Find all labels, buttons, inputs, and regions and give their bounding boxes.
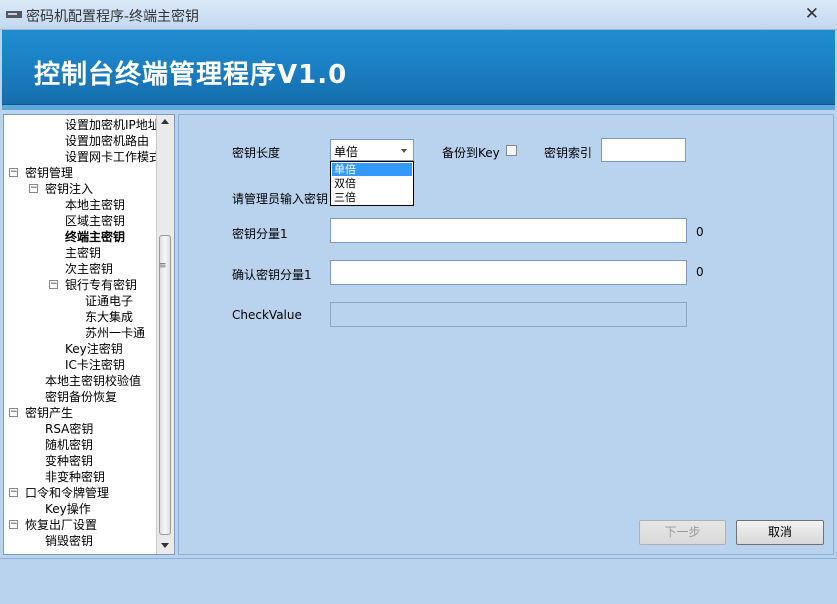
confirm-component-input[interactable] [330,260,690,286]
window-title: 密码机配置程序-终端主密钥 [26,9,200,25]
tree-item[interactable]: 东大集成 [85,309,133,325]
key-component-label: 密钥分量1 [232,227,288,241]
backup-checkbox[interactable] [506,145,517,156]
navigation-tree: 设置加密机IP地址 设置加密机路由 设置网卡工作模式 密钥管理 − 密钥注入 − 本地主密钥区… [3,114,175,555]
tree-item[interactable]: 密钥产生 [25,405,73,421]
tree-item[interactable]: 密钥管理 [25,165,73,181]
window-titlebar: 密码机配置程序-终端主密钥 ✕ [0,0,837,30]
backup-label: 备份到Key [442,146,500,160]
collapse-icon[interactable]: − [9,520,18,529]
key-index-field[interactable] [602,139,689,163]
tree-item[interactable]: RSA密钥 [45,421,93,437]
tree-item[interactable]: 苏州一卡通 [85,325,145,341]
tree-item[interactable]: 主密钥 [65,245,101,261]
tree-scrollbar[interactable]: ≡ [156,115,174,554]
collapse-icon[interactable]: − [9,408,18,417]
tree-item[interactable]: 密钥注入 [45,181,93,197]
tree-item[interactable]: 银行专有密钥 [65,277,137,293]
key-index-input[interactable] [601,138,689,163]
tree-item[interactable]: Key操作 [45,501,91,517]
scroll-grip-icon: ≡ [159,261,167,271]
cancel-button[interactable]: 取消 [736,520,824,545]
key-length-option[interactable]: 单倍 [332,163,412,176]
key-length-value: 单倍 [334,145,359,159]
tree-item[interactable]: IC卡注密钥 [65,357,125,373]
confirm-component-count: 0 [696,265,704,279]
close-icon[interactable]: ✕ [805,4,819,24]
scroll-down-icon[interactable] [161,543,169,548]
scroll-up-icon[interactable] [161,119,169,124]
chevron-down-icon[interactable] [401,149,407,153]
key-length-option[interactable]: 双倍 [332,177,412,190]
key-length-dropdown[interactable]: 单倍 双倍 三倍 [330,161,414,206]
app-icon [6,11,22,18]
tree-item[interactable]: 设置加密机IP地址 [65,117,160,133]
tree-item[interactable]: 销毁密钥 [45,533,93,549]
tree-item[interactable]: 随机密钥 [45,437,93,453]
next-button[interactable]: 下一步 [639,520,726,545]
tree-item[interactable]: 设置网卡工作模式 [65,149,161,165]
collapse-icon[interactable]: − [49,280,58,289]
tree-item[interactable]: 次主密钥 [65,261,113,277]
tree-item[interactable]: 区域主密钥 [65,213,125,229]
app-heading: 控制台终端管理程序V1.0 [34,60,348,90]
tree-item[interactable]: 本地主密钥 [65,197,125,213]
check-value-field [330,302,690,328]
confirm-component-field[interactable] [331,261,690,286]
confirm-component-label: 确认密钥分量1 [232,268,312,282]
banner-divider [2,104,835,110]
key-component-input[interactable] [330,218,690,244]
admin-prompt-label: 请管理员输入密钥 [232,192,329,206]
key-length-option[interactable]: 三倍 [332,191,412,204]
key-component-field[interactable] [331,219,690,244]
tree-item[interactable]: Key注密钥 [65,341,123,357]
tree-item[interactable]: 变种密钥 [45,453,93,469]
scroll-thumb[interactable] [159,235,171,535]
collapse-icon[interactable]: − [29,184,38,193]
tree-item[interactable]: 口令和令牌管理 [25,485,109,501]
tree-item[interactable]: 证通电子 [85,293,133,309]
check-value-label: CheckValue [232,308,302,322]
status-bar [0,558,837,604]
app-banner: 控制台终端管理程序V1.0 [2,30,835,110]
key-length-select[interactable]: 单倍 [330,139,414,161]
tree-item[interactable]: 恢复出厂设置 [25,517,97,533]
key-index-label: 密钥索引 [544,146,593,160]
tree-item[interactable]: 本地主密钥校验值 [45,373,141,389]
collapse-icon[interactable]: − [9,488,18,497]
tree-item[interactable]: 密钥备份恢复 [45,389,117,405]
collapse-icon[interactable]: − [9,168,18,177]
check-value-input [331,303,690,328]
key-component-count: 0 [696,225,704,239]
main-panel: 密钥长度 单倍 备份到Key 密钥索引 请管理员输入密钥 密钥分量1 0 确认密… [178,114,834,555]
key-length-label: 密钥长度 [232,146,281,160]
tree-item[interactable]: 设置加密机路由 [65,133,149,149]
tree-item[interactable]: 非变种密钥 [45,469,105,485]
tree-item[interactable]: 终端主密钥 [65,229,125,245]
